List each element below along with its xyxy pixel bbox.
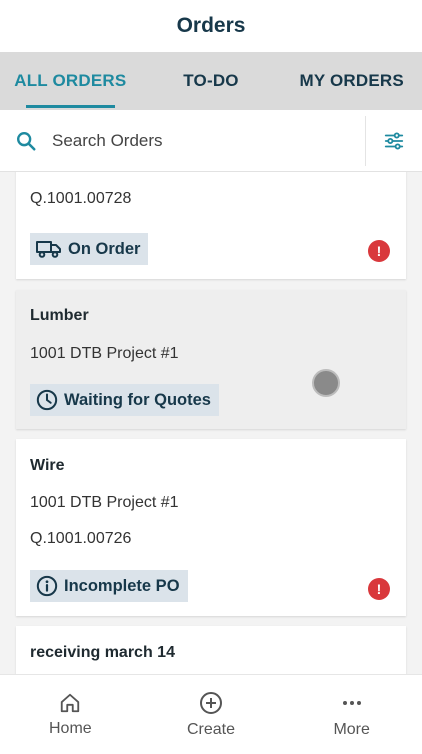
nav-create[interactable]: Create: [141, 675, 282, 754]
search-bar: Search Orders: [0, 110, 422, 172]
nav-create-label: Create: [186, 720, 236, 738]
order-card[interactable]: receiving march 14: [16, 626, 406, 674]
app-header: Orders: [0, 0, 422, 52]
nav-more[interactable]: More: [281, 675, 422, 754]
alert-icon: !: [368, 578, 390, 600]
order-title: Lumber: [30, 307, 89, 324]
tab-bar: ALL ORDERS TO-DO MY ORDERS: [0, 52, 422, 110]
search-icon[interactable]: [0, 130, 52, 152]
status-label: On Order: [68, 239, 141, 258]
touch-indicator: [312, 369, 340, 397]
nav-home-label: Home: [48, 719, 92, 737]
filter-icon[interactable]: [366, 130, 422, 152]
info-icon: [36, 575, 58, 597]
order-project: 1001 DTB Project #1: [30, 345, 179, 362]
more-icon: [342, 700, 361, 705]
alert-icon: !: [368, 240, 390, 262]
order-quote-number: Q.1001.00726: [30, 530, 132, 547]
status-badge: Waiting for Quotes: [30, 384, 219, 416]
status-label: Incomplete PO: [64, 576, 180, 595]
clock-icon: [36, 389, 58, 411]
search-input[interactable]: Search Orders: [52, 131, 365, 151]
tab-my-orders[interactable]: MY ORDERS: [281, 52, 422, 110]
order-title: receiving march 14: [30, 644, 175, 661]
order-project: 1001 DTB Project #1: [30, 494, 179, 511]
bottom-nav: Home Create More: [0, 674, 422, 754]
orders-list: Q.1001.00728 On Order ! Lumber 1001 DTB …: [0, 172, 422, 674]
order-card[interactable]: Lumber 1001 DTB Project #1 Waiting for Q…: [16, 290, 406, 429]
status-badge: Incomplete PO: [30, 570, 188, 602]
nav-home[interactable]: Home: [0, 675, 141, 754]
status-badge: On Order: [30, 233, 149, 265]
order-quote-number: Q.1001.00728: [30, 190, 132, 207]
plus-circle-icon: [200, 691, 222, 714]
order-card[interactable]: Wire 1001 DTB Project #1 Q.1001.00726 In…: [16, 439, 406, 616]
page-title: Orders: [176, 14, 246, 37]
order-card[interactable]: Q.1001.00728 On Order !: [16, 172, 406, 279]
tab-to-do[interactable]: TO-DO: [141, 52, 282, 110]
nav-more-label: More: [333, 720, 370, 738]
status-label: Waiting for Quotes: [64, 390, 211, 409]
tab-all-orders[interactable]: ALL ORDERS: [0, 52, 141, 110]
truck-icon: [36, 241, 61, 258]
home-icon: [61, 693, 80, 712]
order-title: Wire: [30, 457, 65, 474]
